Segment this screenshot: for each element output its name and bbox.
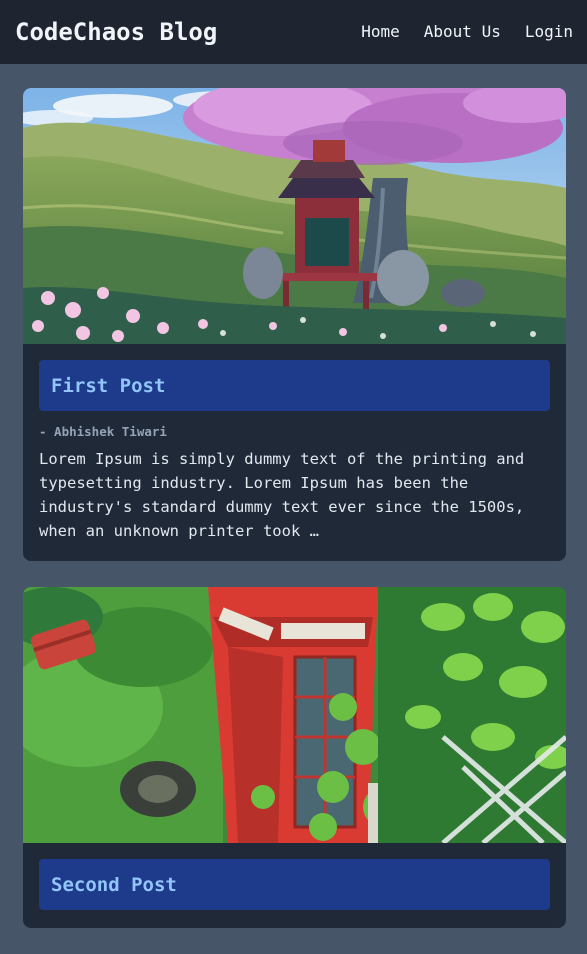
post-cover-image[interactable] bbox=[23, 88, 566, 344]
post-card: Second Post bbox=[23, 587, 566, 928]
post-excerpt: Lorem Ipsum is simply dummy text of the … bbox=[39, 450, 525, 540]
post-title-bar[interactable]: First Post bbox=[39, 360, 550, 411]
brand-logo[interactable]: CodeChaos Blog bbox=[15, 18, 217, 46]
post-title[interactable]: Second Post bbox=[51, 874, 177, 896]
post-cover-image[interactable] bbox=[23, 587, 566, 843]
post-title[interactable]: First Post bbox=[51, 375, 165, 397]
post-card-body: Second Post bbox=[23, 843, 566, 928]
post-title-bar[interactable]: Second Post bbox=[39, 859, 550, 910]
nav-about-link[interactable]: About Us bbox=[424, 22, 501, 41]
nav-home-link[interactable]: Home bbox=[361, 22, 400, 41]
post-card-body: First Post - Abhishek Tiwari Lorem Ipsum… bbox=[23, 344, 566, 561]
post-author: - Abhishek Tiwari bbox=[39, 424, 167, 439]
nav-links: Home About Us Login bbox=[361, 22, 573, 41]
nav-login-link[interactable]: Login bbox=[525, 22, 573, 41]
post-feed: First Post - Abhishek Tiwari Lorem Ipsum… bbox=[23, 88, 566, 954]
post-card: First Post - Abhishek Tiwari Lorem Ipsum… bbox=[23, 88, 566, 561]
navbar: CodeChaos Blog Home About Us Login bbox=[0, 0, 587, 64]
